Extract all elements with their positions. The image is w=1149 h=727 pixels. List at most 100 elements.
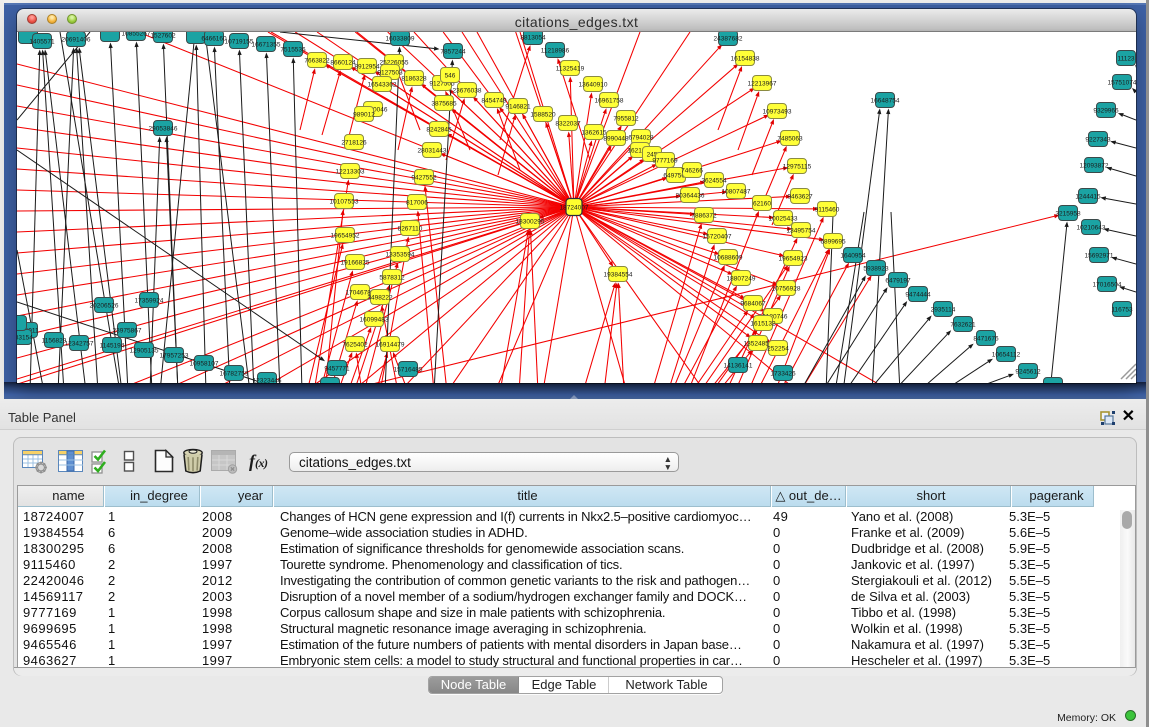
svg-text:252254: 252254 xyxy=(767,346,789,353)
svg-text:10654112: 10654112 xyxy=(992,352,1021,359)
svg-text:17359924: 17359924 xyxy=(135,298,164,305)
svg-text:19654952: 19654952 xyxy=(331,233,360,240)
svg-text:6794028: 6794028 xyxy=(628,135,654,142)
svg-text:10855267: 10855267 xyxy=(122,32,151,38)
svg-text:12093872: 12093872 xyxy=(1080,163,1109,170)
svg-text:29053846: 29053846 xyxy=(149,126,178,133)
svg-text:7857244: 7857244 xyxy=(440,49,466,56)
svg-text:746266: 746266 xyxy=(681,168,703,175)
svg-text:546: 546 xyxy=(445,73,456,80)
svg-text:1244415: 1244415 xyxy=(1075,194,1101,201)
svg-text:9684067: 9684067 xyxy=(740,301,766,308)
svg-text:19654923: 19654923 xyxy=(779,256,808,263)
svg-text:10807487: 10807487 xyxy=(722,189,751,196)
svg-text:16648754: 16648754 xyxy=(871,98,900,105)
svg-text:16914479: 16914479 xyxy=(376,342,405,349)
svg-text:8454749: 8454749 xyxy=(481,98,507,105)
svg-text:7632621: 7632621 xyxy=(950,322,976,329)
svg-text:15751074: 15751074 xyxy=(1108,80,1136,87)
svg-text:8186328: 8186328 xyxy=(401,76,427,83)
svg-text:12323446: 12323446 xyxy=(253,378,282,384)
svg-text:8242845: 8242845 xyxy=(426,127,452,134)
svg-text:16961758: 16961758 xyxy=(595,98,624,105)
svg-text:9427552: 9427552 xyxy=(411,175,437,182)
svg-text:12975115: 12975115 xyxy=(783,164,812,171)
svg-text:28031443: 28031443 xyxy=(418,148,447,155)
svg-text:7886372: 7886372 xyxy=(691,213,717,220)
svg-text:7955812: 7955812 xyxy=(613,116,639,123)
svg-text:9227343: 9227343 xyxy=(1085,137,1111,144)
svg-text:10210643: 10210643 xyxy=(1077,225,1106,232)
svg-text:13495754: 13495754 xyxy=(787,228,816,235)
svg-text:13353594: 13353594 xyxy=(386,252,415,259)
svg-text:20691406: 20691406 xyxy=(62,37,91,44)
svg-text:16033809: 16033809 xyxy=(386,36,415,43)
svg-text:18807249: 18807249 xyxy=(727,276,756,283)
svg-text:11123: 11123 xyxy=(1117,56,1134,63)
svg-text:23676038: 23676038 xyxy=(453,88,482,95)
svg-text:8471676: 8471676 xyxy=(973,336,999,343)
svg-text:3498222: 3498222 xyxy=(367,295,393,302)
svg-text:16099483: 16099483 xyxy=(360,317,389,324)
svg-text:9457771: 9457771 xyxy=(324,366,350,373)
svg-text:3875685: 3875685 xyxy=(431,101,457,108)
svg-text:1292344: 1292344 xyxy=(317,383,343,384)
svg-text:10107553: 10107553 xyxy=(330,199,359,206)
svg-text:9146821: 9146821 xyxy=(505,104,531,111)
svg-text:12905135: 12905135 xyxy=(130,348,159,355)
svg-text:1733426: 1733426 xyxy=(770,371,796,378)
svg-text:6466160: 6466160 xyxy=(201,36,227,43)
svg-text:3624554: 3624554 xyxy=(701,178,727,185)
svg-text:15720407: 15720407 xyxy=(703,234,732,241)
svg-text:8267110: 8267110 xyxy=(398,226,423,233)
svg-text:19384554: 19384554 xyxy=(604,272,633,279)
svg-text:817006: 817006 xyxy=(406,200,428,207)
svg-text:16154838: 16154838 xyxy=(731,56,760,63)
svg-text:2718126: 2718126 xyxy=(341,140,367,147)
svg-text:16782759: 16782759 xyxy=(220,371,249,378)
svg-text:1405571: 1405571 xyxy=(29,39,55,46)
svg-text:9329966: 9329966 xyxy=(1093,108,1119,115)
svg-text:8322037: 8322037 xyxy=(555,121,581,128)
svg-text:1615132: 1615132 xyxy=(750,321,776,328)
svg-text:1527602: 1527602 xyxy=(150,33,176,40)
svg-text:3215958: 3215958 xyxy=(1055,211,1081,218)
svg-text:18724007: 18724007 xyxy=(560,205,589,212)
svg-text:12213967: 12213967 xyxy=(748,81,777,88)
svg-text:7663822: 7663822 xyxy=(304,58,330,65)
svg-text:17016504: 17016504 xyxy=(1093,282,1122,289)
svg-text:10688609: 10688609 xyxy=(714,255,743,262)
svg-text:10958107: 10958107 xyxy=(190,361,219,368)
svg-text:7515536: 7515536 xyxy=(280,47,306,54)
svg-text:10719155: 10719155 xyxy=(225,39,254,46)
svg-text:9463627: 9463627 xyxy=(787,194,813,201)
svg-text:19166825: 19166825 xyxy=(341,260,370,267)
svg-text:17957253: 17957253 xyxy=(160,353,189,360)
svg-text:6899695: 6899695 xyxy=(820,239,846,246)
svg-text:16671355: 16671355 xyxy=(252,42,281,49)
svg-text:989012: 989012 xyxy=(353,112,375,119)
svg-text:8813054: 8813054 xyxy=(520,35,546,42)
svg-text:23975867: 23975867 xyxy=(113,328,142,335)
svg-text:9127503: 9127503 xyxy=(377,70,403,77)
svg-text:62160: 62160 xyxy=(753,201,771,208)
svg-text:9777169: 9777169 xyxy=(652,158,678,165)
svg-text:116753: 116753 xyxy=(1111,307,1133,314)
svg-text:9245612: 9245612 xyxy=(1015,369,1041,376)
svg-text:12213303: 12213303 xyxy=(336,169,365,176)
svg-text:20206526: 20206526 xyxy=(90,303,119,310)
svg-text:7485063: 7485063 xyxy=(777,136,803,143)
svg-text:2935114: 2935114 xyxy=(931,307,956,314)
svg-text:12342757: 12342757 xyxy=(65,341,94,348)
svg-text:10973493: 10973493 xyxy=(763,109,792,116)
svg-text:13640910: 13640910 xyxy=(579,82,608,89)
svg-text:24387682: 24387682 xyxy=(714,36,743,43)
svg-text:18300295: 18300295 xyxy=(516,219,545,226)
svg-text:14136141: 14136141 xyxy=(724,363,753,370)
svg-text:7625402: 7625402 xyxy=(342,342,368,349)
svg-text:1145194: 1145194 xyxy=(100,343,125,350)
svg-text:11218986: 11218986 xyxy=(541,48,570,55)
svg-text:1156829: 1156829 xyxy=(42,338,67,345)
svg-text:965012: 965012 xyxy=(1042,383,1064,384)
svg-text:5878312: 5878312 xyxy=(379,275,405,282)
